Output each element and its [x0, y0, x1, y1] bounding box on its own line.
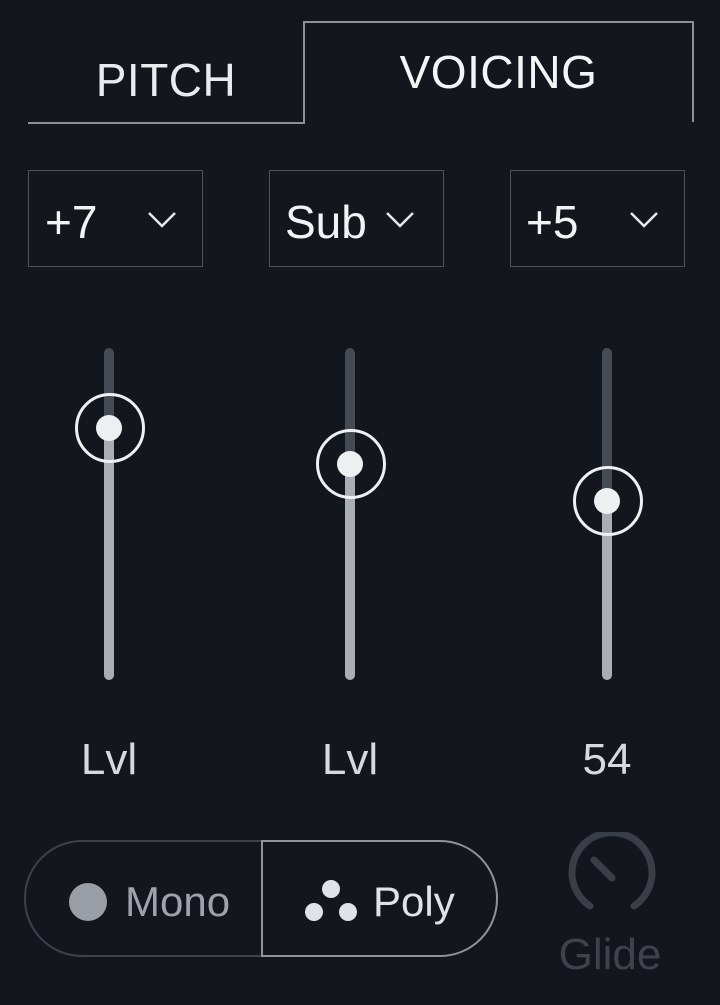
poly-button[interactable]: Poly — [261, 840, 498, 957]
chevron-down-icon — [148, 212, 176, 228]
slider-fill — [104, 427, 114, 680]
interval-dropdown-3[interactable]: +5 — [510, 170, 685, 267]
slider-label-3: 54 — [582, 735, 632, 784]
tab-pitch[interactable]: PITCH — [28, 38, 304, 122]
dot-icon — [69, 883, 107, 921]
interval-dropdown-2[interactable]: Sub — [269, 170, 444, 267]
interval-dropdown-1[interactable]: +7 — [28, 170, 203, 267]
slider-label-1: Lvl — [80, 735, 138, 784]
tab-voicing-label: VOICING — [399, 46, 598, 98]
three-dots-icon — [305, 880, 357, 921]
poly-label: Poly — [373, 878, 455, 925]
slider-thumb-dot — [337, 451, 363, 478]
knob-icon — [568, 832, 656, 910]
chevron-down-icon — [630, 212, 658, 228]
level-slider-3[interactable] — [567, 340, 647, 690]
level-slider-2[interactable] — [310, 340, 390, 690]
mono-button[interactable]: Mono — [24, 840, 262, 957]
slider-label-2: Lvl — [321, 735, 379, 784]
tab-pitch-label: PITCH — [95, 54, 237, 106]
dropdown-value: +5 — [526, 196, 579, 248]
chevron-down-icon — [386, 212, 414, 228]
tab-voicing[interactable]: VOICING — [304, 22, 693, 122]
glide-label: Glide — [558, 930, 662, 979]
level-slider-1[interactable] — [69, 340, 149, 690]
glide-knob[interactable] — [566, 832, 658, 924]
dropdown-value: +7 — [45, 196, 98, 248]
slider-thumb-dot — [594, 487, 620, 514]
dropdown-value: Sub — [285, 196, 367, 248]
slider-thumb-dot — [96, 414, 122, 441]
mono-label: Mono — [125, 878, 231, 925]
